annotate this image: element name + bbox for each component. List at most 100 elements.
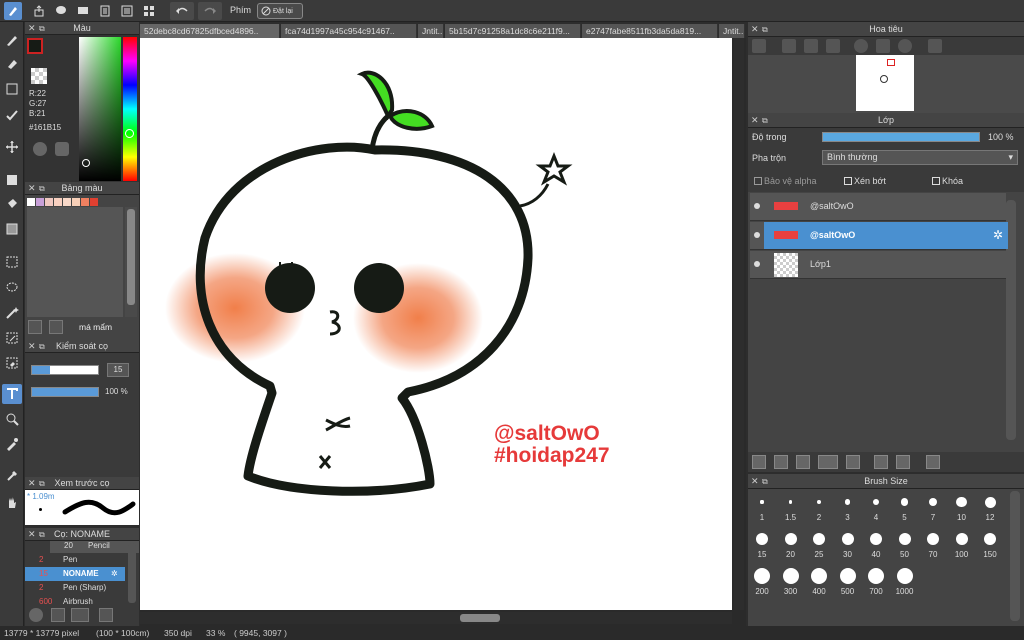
layer-menu-icon[interactable] bbox=[818, 455, 838, 469]
size-input[interactable]: 15 bbox=[107, 363, 129, 377]
delete-palette-icon[interactable] bbox=[49, 320, 63, 334]
list-item[interactable]: 20 Pencil bbox=[50, 541, 139, 553]
close-icon[interactable]: ✕ bbox=[28, 182, 36, 195]
pen-tool-icon[interactable] bbox=[2, 30, 22, 50]
horizontal-scrollbar[interactable] bbox=[140, 612, 732, 624]
detach-icon[interactable]: ⧉ bbox=[762, 474, 768, 489]
close-icon[interactable]: ✕ bbox=[751, 22, 759, 37]
list-item[interactable]: 600 Airbrush bbox=[25, 595, 123, 605]
hand-tool-icon[interactable] bbox=[2, 492, 22, 512]
brush-size-dot[interactable] bbox=[868, 568, 884, 584]
document-icon[interactable] bbox=[96, 2, 114, 20]
palette-swatch[interactable] bbox=[63, 198, 71, 206]
transparent-swatch[interactable] bbox=[31, 68, 47, 84]
eye-icon[interactable] bbox=[754, 203, 760, 209]
palette-swatch[interactable] bbox=[45, 198, 53, 206]
brush-size-dot[interactable] bbox=[844, 499, 851, 505]
size-slider[interactable] bbox=[31, 365, 99, 375]
lasso-tool-icon[interactable] bbox=[2, 278, 22, 298]
brush-size-dot[interactable] bbox=[839, 568, 856, 584]
layer-row[interactable]: Lớp1 bbox=[750, 251, 1006, 279]
zoom-in-2-icon[interactable] bbox=[782, 39, 796, 53]
merge-layer-icon[interactable] bbox=[896, 455, 910, 469]
navigator-thumbnail[interactable] bbox=[856, 55, 914, 111]
new-layer-2-icon[interactable] bbox=[774, 455, 788, 469]
palette-scroll-thumb[interactable] bbox=[127, 209, 135, 305]
brush-size-dot[interactable] bbox=[756, 533, 768, 545]
list-item-selected[interactable]: 15 NONAME ✲ bbox=[25, 567, 125, 581]
brush-size-dot[interactable] bbox=[898, 533, 911, 545]
text-tool-icon[interactable] bbox=[2, 384, 22, 404]
list-icon[interactable] bbox=[118, 2, 136, 20]
undo-icon[interactable] bbox=[170, 2, 194, 20]
palette-scrollbar[interactable] bbox=[125, 207, 137, 317]
brush-size-dot[interactable] bbox=[896, 568, 913, 584]
gradient-tool-icon[interactable] bbox=[2, 219, 22, 239]
rect-select-tool-icon[interactable] bbox=[2, 79, 22, 99]
gear-icon[interactable]: ✲ bbox=[993, 228, 1003, 242]
brush-size-dot[interactable] bbox=[841, 533, 854, 545]
grid-icon[interactable] bbox=[140, 2, 158, 20]
tab-document-5[interactable]: e2747fabe8511fb3da5da819... bbox=[582, 24, 718, 38]
brush-settings-icon[interactable] bbox=[29, 608, 43, 622]
brush-size-dot[interactable] bbox=[784, 533, 797, 545]
palette-icon[interactable] bbox=[33, 142, 47, 156]
detach-icon[interactable]: ⧉ bbox=[39, 182, 45, 195]
palette-swatch[interactable] bbox=[72, 198, 80, 206]
opacity-slider[interactable] bbox=[31, 387, 99, 397]
magic-wand-tool-icon[interactable] bbox=[2, 303, 22, 323]
select-tool-icon[interactable] bbox=[2, 252, 22, 272]
select-eraser-tool-icon[interactable] bbox=[2, 353, 22, 373]
color-mode-icon[interactable] bbox=[55, 142, 69, 156]
lock-checkbox[interactable] bbox=[932, 177, 940, 185]
palette-swatch[interactable] bbox=[27, 198, 35, 206]
tab-document-2[interactable]: fca74d1997a45c954c91467.. bbox=[281, 24, 417, 38]
eye-icon[interactable] bbox=[754, 232, 760, 238]
layer-row[interactable]: @saltOwO bbox=[750, 193, 1006, 221]
close-icon[interactable]: ✕ bbox=[28, 340, 36, 353]
select-pen-tool-icon[interactable] bbox=[2, 328, 22, 348]
brush-size-dot[interactable] bbox=[900, 498, 909, 506]
brush-size-dot[interactable] bbox=[956, 496, 967, 508]
detach-icon[interactable]: ⧉ bbox=[39, 477, 45, 490]
close-icon[interactable]: ✕ bbox=[28, 22, 36, 35]
palette-swatch[interactable] bbox=[36, 198, 44, 206]
brush-copy-icon[interactable] bbox=[99, 608, 113, 622]
flip-icon[interactable] bbox=[928, 39, 942, 53]
palette-swatch[interactable] bbox=[54, 198, 62, 206]
brush-size-dot[interactable] bbox=[955, 533, 968, 545]
comment-icon[interactable] bbox=[52, 2, 70, 20]
clipping-checkbox[interactable] bbox=[844, 177, 852, 185]
layer-opacity-slider[interactable] bbox=[822, 132, 980, 142]
brush-size-dot[interactable] bbox=[782, 568, 799, 584]
move-tool-icon[interactable] bbox=[2, 137, 22, 157]
bucket-tool-icon[interactable] bbox=[2, 194, 22, 214]
brush-size-dot[interactable] bbox=[927, 533, 939, 545]
drawing-canvas[interactable]: @saltOwO #hoidap247 bbox=[140, 38, 732, 610]
brush-size-dot[interactable] bbox=[760, 500, 764, 504]
list-item[interactable]: 2 Pen bbox=[25, 553, 123, 567]
tab-document-3[interactable]: Jntit.. bbox=[418, 24, 444, 38]
detach-icon[interactable]: ⧉ bbox=[762, 22, 768, 37]
brush-size-dot[interactable] bbox=[754, 568, 770, 584]
list-item[interactable]: 2 Pen (Sharp) bbox=[25, 581, 123, 595]
hue-handle[interactable] bbox=[125, 129, 134, 138]
hue-slider[interactable] bbox=[123, 37, 137, 181]
foreground-color-swatch[interactable] bbox=[27, 38, 43, 54]
new-palette-icon[interactable] bbox=[28, 320, 42, 334]
reset-button[interactable]: Đặt lại bbox=[257, 3, 303, 19]
tab-document-1[interactable]: 52debc8cd67825dfbced4896.. bbox=[140, 24, 280, 38]
brush-size-scrollbar[interactable] bbox=[1010, 491, 1020, 621]
eraser-tool-icon[interactable] bbox=[2, 54, 22, 74]
eyedropper-tool-icon[interactable] bbox=[2, 434, 22, 454]
folder-icon[interactable] bbox=[846, 455, 860, 469]
fill-rect-tool-icon[interactable] bbox=[2, 170, 22, 190]
palette-swatch[interactable] bbox=[81, 198, 89, 206]
palette-swatch[interactable] bbox=[90, 198, 98, 206]
check-tool-icon[interactable] bbox=[2, 105, 22, 125]
close-icon[interactable]: ✕ bbox=[28, 477, 36, 490]
zoom-in-icon[interactable] bbox=[752, 39, 766, 53]
picker-handle[interactable] bbox=[82, 159, 90, 167]
dropper-tool-icon[interactable] bbox=[2, 466, 22, 486]
fit-icon[interactable] bbox=[804, 39, 818, 53]
